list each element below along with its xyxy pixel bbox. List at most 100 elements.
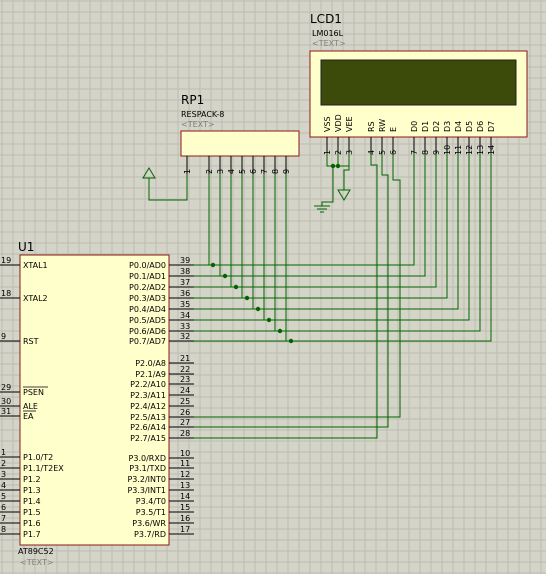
respack[interactable]: RP1 RESPACK-8 <TEXT> 1 23456789: [180, 93, 300, 174]
mcu-right-pin-number: 24: [180, 386, 190, 395]
mcu-left-pin-label: P1.5: [23, 508, 41, 517]
rp-model: RESPACK-8: [181, 110, 224, 119]
mcu-left-pin-number: 8: [1, 525, 6, 534]
mcu-right-pin-number: 35: [180, 300, 190, 309]
mcu-right-pin-label: P2.5/A13: [130, 413, 166, 422]
mcu-right-pin-label: P0.6/AD6: [129, 327, 166, 336]
mcu-right-pin-number: 36: [180, 289, 190, 298]
lcd-module[interactable]: LCD1 LM016L <TEXT> VSS1VDD2VEE3RS4RW5E6D…: [309, 12, 528, 155]
mcu-left-pin-label: P1.2: [23, 475, 41, 484]
mcu-right-pin-number: 12: [180, 470, 190, 479]
mcu-right-pin-number: 17: [180, 525, 190, 534]
junction-dot: [266, 317, 272, 323]
mcu-left-pin-label: P1.1/T2EX: [23, 464, 64, 473]
mcu-left-pin-number: 19: [1, 256, 11, 265]
junction-dot: [330, 163, 336, 169]
rp-pin-number: 3: [216, 169, 225, 174]
mcu-left-pin-number: 31: [1, 407, 11, 416]
mcu-right-pin-number: 28: [180, 429, 190, 438]
rp-pin-number: 7: [260, 169, 269, 174]
lcd-pin-label: VDD: [334, 114, 343, 132]
mcu-right-pin-label: P0.2/AD2: [129, 283, 166, 292]
mcu-left-pin-label: P1.3: [23, 486, 41, 495]
mcu-right-pin-number: 25: [180, 397, 190, 406]
mcu-right-pin-label: P2.6/A14: [130, 423, 166, 432]
mcu-right-pin-number: 11: [180, 459, 190, 468]
lcd-pin-label: E: [389, 127, 398, 132]
rp-text-tag: <TEXT>: [181, 120, 215, 129]
mcu-right-pin-number: 27: [180, 418, 190, 427]
mcu-left-pin-number: 4: [1, 481, 6, 490]
mcu-right-pin-label: P0.1/AD1: [129, 272, 166, 281]
rp-pin-number: 1: [183, 169, 192, 174]
mcu-left-pin-label: P1.4: [23, 497, 41, 506]
mcu-right-pin-label: P3.6/WR: [132, 519, 166, 528]
lcd-pin-label: D6: [476, 121, 485, 132]
mcu-right-pin-number: 23: [180, 375, 190, 384]
mcu-left-pin-number: 18: [1, 289, 11, 298]
junction-dot: [210, 262, 216, 268]
mcu-left-pin-number: 2: [1, 459, 6, 468]
mcu-right-pin-number: 14: [180, 492, 190, 501]
wire: [343, 166, 350, 190]
mcu-right-pin-label: P3.1/TXD: [129, 464, 166, 473]
schematic-canvas[interactable]: LCD1 LM016L <TEXT> VSS 1 VDD 2 VEE 3 RS 4 RW 5 E 6 D…: [0, 0, 546, 574]
wire: [194, 153, 459, 310]
mcu-left-pin-number: 6: [1, 503, 6, 512]
mcu-right-pin-number: 37: [180, 278, 190, 287]
rp-pin-number: 6: [249, 169, 258, 174]
mcu-right-pin-label: P3.0/RXD: [129, 454, 166, 463]
lcd-display-screen: [320, 59, 517, 106]
mcu-right-pin-number: 26: [180, 408, 190, 417]
mcu-right-pin-label: P2.2/A10: [130, 380, 166, 389]
mcu-left-pin-label: P1.7: [23, 530, 41, 539]
mcu-model: AT89C52: [18, 547, 54, 556]
mcu-right-pin-number: 22: [180, 365, 190, 374]
mcu-right-pin-label: P2.7/A15: [130, 434, 166, 443]
wire: [321, 166, 334, 206]
mcu-right-pin-label: P3.3/INT1: [127, 486, 166, 495]
mcu-right-pin-number: 15: [180, 503, 190, 512]
mcu-right-pin-number: 16: [180, 514, 190, 523]
lcd-pin-label: D2: [432, 121, 441, 132]
junction-dot: [233, 284, 239, 290]
wire: [194, 153, 401, 418]
mcu-right-pin-label: P0.4/AD4: [129, 305, 166, 314]
mcu-right-pin-label: P2.3/A11: [130, 391, 166, 400]
mcu-right-pin-number: 38: [180, 267, 190, 276]
rp-pin-number: 9: [282, 169, 291, 174]
wire: [194, 153, 481, 332]
mcu-left-pin-number: 3: [1, 470, 6, 479]
mcu[interactable]: U1 AT89C52 <TEXT> 19XTAL118XTAL29RST29PS…: [0, 240, 194, 567]
junction-dot: [288, 338, 294, 344]
rp-pin-number: 4: [227, 169, 236, 174]
lcd-pin-label: D3: [443, 121, 452, 132]
mcu-left-pin-label: XTAL2: [23, 294, 48, 303]
mcu-left-pin-label: PSEN: [23, 388, 44, 397]
junction-dot: [244, 295, 250, 301]
rp-pin-number: 5: [238, 169, 247, 174]
lcd-pin-label: D0: [410, 121, 419, 132]
mcu-left-pin-number: 1: [1, 448, 6, 457]
mcu-text-tag: <TEXT>: [20, 558, 54, 567]
mcu-right-pin-label: P3.7/RD: [134, 530, 166, 539]
mcu-right-pin-number: 33: [180, 322, 190, 331]
rp-name: RP1: [181, 93, 204, 107]
mcu-right-pin-number: 13: [180, 481, 190, 490]
lcd-pin-label: VSS: [323, 116, 332, 132]
lcd-pin-label: D4: [454, 121, 463, 132]
mcu-right-pin-label: P2.4/A12: [130, 402, 166, 411]
lcd-pin-label: D1: [421, 121, 430, 132]
rp-pins: 1 23456789: [183, 156, 291, 174]
mcu-right-pin-number: 39: [180, 256, 190, 265]
lcd-pin-label: D7: [487, 121, 496, 132]
lcd-model: LM016L: [312, 29, 344, 38]
lcd-pin-label: D5: [465, 121, 474, 132]
mcu-right-pin-label: P0.0/AD0: [129, 261, 166, 270]
mcu-right-pin-number: 10: [180, 449, 190, 458]
rp-pin-number: 8: [271, 169, 280, 174]
mcu-left-pin-label: EA: [23, 412, 34, 421]
junction-dot: [277, 328, 283, 334]
mcu-left-pin-number: 9: [1, 332, 6, 341]
junction-dot: [335, 163, 341, 169]
